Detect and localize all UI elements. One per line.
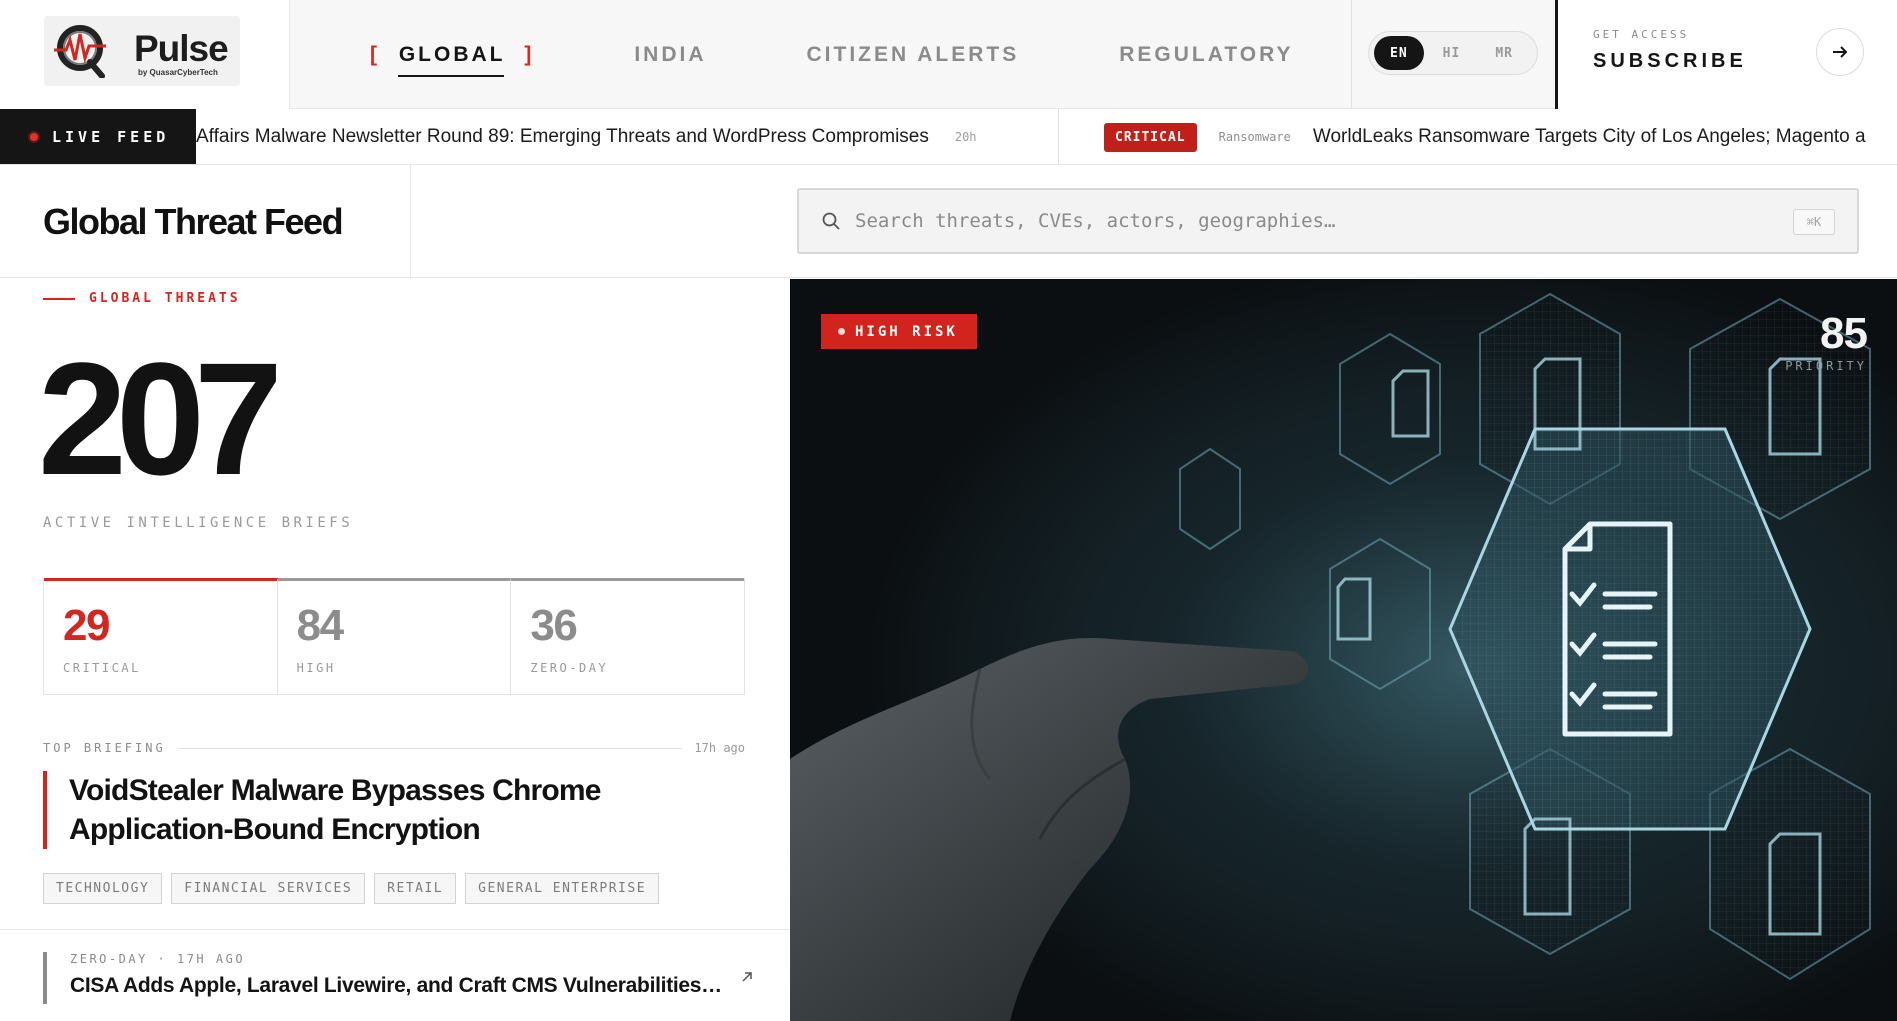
ticker-item-time: 20h	[954, 130, 977, 144]
language-switcher-cell: EN HI MR	[1351, 0, 1555, 109]
critical-badge: CRITICAL	[1104, 122, 1197, 152]
stat-value: 29	[63, 601, 110, 650]
nav-item-label: REGULATORY	[1119, 42, 1294, 66]
high-risk-badge: HIGH RISK	[821, 314, 977, 349]
subscribe-kicker: GET ACCESS	[1593, 28, 1690, 41]
lang-option-mr[interactable]: MR	[1479, 36, 1529, 70]
external-arrow-icon[interactable]	[738, 968, 756, 986]
tag-retail[interactable]: RETAIL	[374, 873, 457, 904]
hero-image-panel[interactable]: HIGH RISK 85 PRIORITY	[790, 279, 1897, 1021]
brand-byline: by QuasarCyberTech	[138, 68, 218, 77]
threat-summary-panel: GLOBAL THREATS 207 ACTIVE INTELLIGENCE B…	[0, 279, 790, 1021]
ticker-item-title: Affairs Malware Newsletter Round 89: Eme…	[196, 126, 929, 147]
nav-bracket-open: [	[370, 42, 380, 66]
arrow-right-icon	[1833, 46, 1848, 58]
total-threat-count: 207	[38, 329, 283, 508]
stat-value: 84	[296, 601, 344, 650]
severity-bar	[43, 952, 47, 1004]
ticker-item[interactable]: CRITICAL Ransomware WorldLeaks Ransomwar…	[1104, 109, 1866, 164]
section-kicker-text: GLOBAL THREATS	[89, 291, 241, 306]
stat-label: HIGH	[296, 661, 336, 675]
secondary-briefing-meta: ZERO-DAY · 17H AGO	[70, 952, 246, 966]
stat-high[interactable]: 84 HIGH	[277, 578, 512, 694]
sector-tags: TECHNOLOGY FINANCIAL SERVICES RETAIL GEN…	[43, 873, 668, 904]
subscribe-panel: GET ACCESS SUBSCRIBE	[1555, 0, 1897, 109]
primary-nav: [ GLOBAL ] INDIA CITIZEN ALERTS REGULATO…	[370, 0, 1394, 109]
top-briefing-time: 17h ago	[694, 741, 745, 755]
divider	[177, 747, 683, 749]
search-bar[interactable]: ⌘K	[797, 188, 1859, 254]
live-dot-icon	[28, 131, 40, 143]
keyboard-shortcut-hint: ⌘K	[1793, 209, 1835, 235]
live-feed-text: LIVE FEED	[52, 128, 170, 146]
ticker-item-title: WorldLeaks Ransomware Targets City of Lo…	[1312, 126, 1866, 147]
kicker-rule	[43, 297, 75, 300]
ticker-divider	[1058, 109, 1059, 164]
search-input[interactable]	[855, 210, 1775, 232]
brand-name: Pulse	[134, 28, 229, 69]
risk-label: HIGH RISK	[855, 323, 958, 340]
nav-item-india[interactable]: INDIA	[634, 33, 706, 77]
priority-score: 85	[1820, 309, 1868, 358]
risk-dot-icon	[838, 328, 845, 335]
hero-illustration	[790, 279, 1897, 1021]
stat-zero-day[interactable]: 36 ZERO-DAY	[511, 578, 745, 694]
lang-option-en[interactable]: EN	[1374, 36, 1424, 70]
page-title: Global Threat Feed	[43, 201, 344, 242]
ticker-item[interactable]: Affairs Malware Newsletter Round 89: Eme…	[196, 109, 977, 164]
nav-item-label: CITIZEN ALERTS	[806, 42, 1020, 66]
ticker-item-category: Ransomware	[1218, 130, 1291, 144]
lang-option-hi[interactable]: HI	[1427, 36, 1477, 70]
nav-item-label: GLOBAL	[398, 42, 506, 66]
pulse-q-logo-icon	[54, 25, 106, 78]
brand-logo[interactable]: Pulse by QuasarCyberTech	[44, 16, 240, 86]
secondary-briefing-title[interactable]: CISA Adds Apple, Laravel Livewire, and C…	[70, 974, 722, 998]
severity-stats: 29 CRITICAL 84 HIGH 36 ZERO-DAY	[43, 578, 745, 695]
tag-technology[interactable]: TECHNOLOGY	[43, 873, 163, 904]
search-icon	[822, 212, 840, 230]
total-threat-label: ACTIVE INTELLIGENCE BRIEFS	[43, 515, 354, 531]
top-briefing-title[interactable]: VoidStealer Malware Bypasses Chrome Appl…	[43, 771, 745, 849]
stat-critical[interactable]: 29 CRITICAL	[44, 578, 278, 694]
stat-label: CRITICAL	[63, 661, 141, 675]
nav-item-global[interactable]: [ GLOBAL ]	[370, 33, 534, 77]
search-row: ⌘K	[411, 165, 1897, 278]
live-feed-label: LIVE FEED	[0, 109, 196, 164]
language-switcher: EN HI MR	[1368, 31, 1538, 75]
priority-label: PRIORITY	[1785, 359, 1867, 373]
nav-item-label: INDIA	[634, 42, 707, 66]
section-kicker: GLOBAL THREATS	[43, 291, 241, 306]
top-briefing-header: TOP BRIEFING 17h ago	[43, 741, 745, 755]
subscribe-label[interactable]: SUBSCRIBE	[1593, 50, 1747, 73]
top-header: Pulse by QuasarCyberTech [ GLOBAL ] INDI…	[0, 0, 1897, 109]
subscribe-button[interactable]	[1816, 28, 1864, 76]
nav-bracket-close: ]	[524, 42, 535, 66]
page-title-cell: Global Threat Feed	[0, 165, 411, 278]
tag-general-enterprise[interactable]: GENERAL ENTERPRISE	[465, 873, 660, 904]
top-briefing-kicker: TOP BRIEFING	[43, 741, 166, 755]
nav-item-regulatory[interactable]: REGULATORY	[1119, 33, 1293, 77]
nav-item-citizen-alerts[interactable]: CITIZEN ALERTS	[807, 33, 1020, 77]
live-ticker: LIVE FEED Affairs Malware Newsletter Rou…	[0, 109, 1897, 165]
tag-financial-services[interactable]: FINANCIAL SERVICES	[171, 873, 366, 904]
stat-label: ZERO-DAY	[530, 661, 609, 675]
stat-value: 36	[530, 601, 577, 650]
secondary-briefing[interactable]: ZERO-DAY · 17H AGO CISA Adds Apple, Lara…	[0, 929, 790, 1021]
logo-cell: Pulse by QuasarCyberTech	[0, 0, 290, 109]
